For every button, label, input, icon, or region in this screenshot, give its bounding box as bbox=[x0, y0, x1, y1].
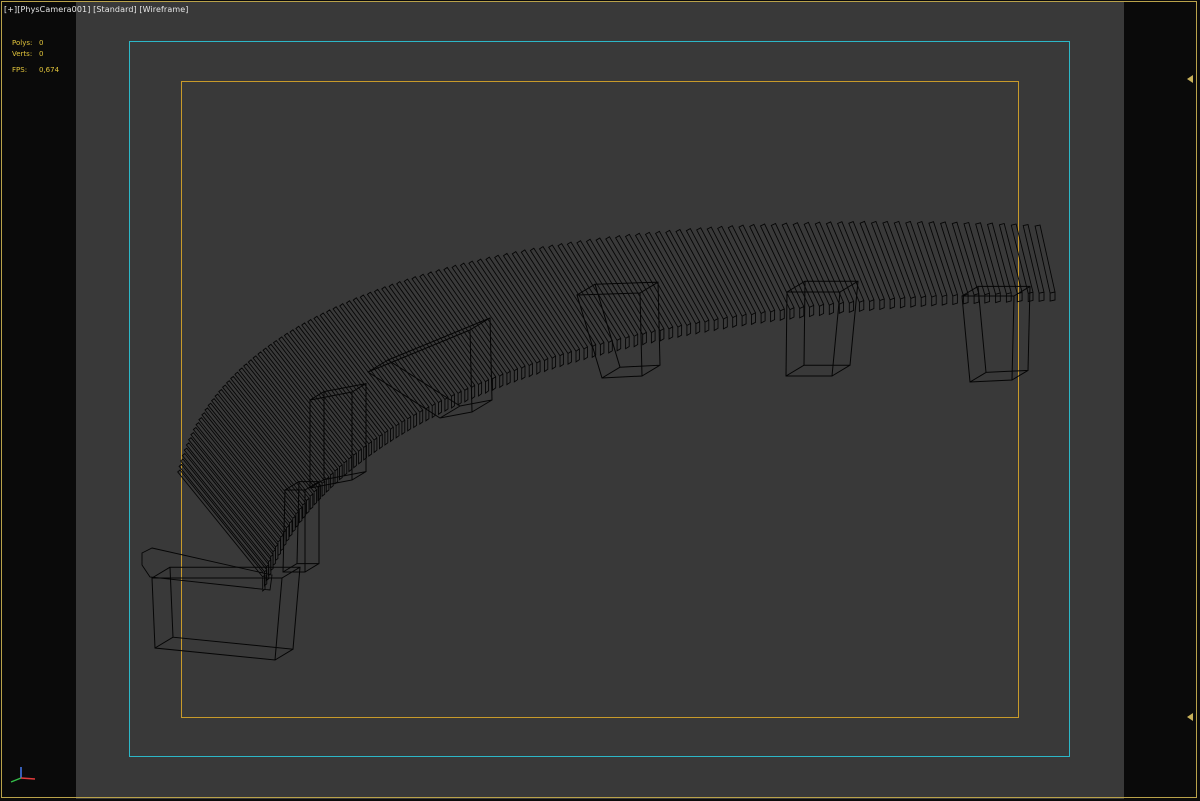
polys-label: Polys: bbox=[12, 39, 33, 47]
fps-label: FPS: bbox=[12, 66, 28, 74]
viewport-general-menu[interactable]: [+] bbox=[4, 5, 17, 14]
viewport-label-menu[interactable]: [+][PhysCamera001] [Standard] [Wireframe… bbox=[4, 5, 188, 14]
verts-value: 0 bbox=[39, 49, 44, 58]
viewport-shading-style-menu[interactable]: [Standard] bbox=[93, 5, 137, 14]
statistics-overlay: Polys: 0 Verts: 0 FPS: 0,674 bbox=[12, 38, 59, 76]
bench-wireframe bbox=[141, 220, 1056, 661]
bench-seat-slats bbox=[141, 220, 1056, 592]
triangle-marker-icon bbox=[1187, 713, 1193, 721]
viewport-camera-menu[interactable]: [PhysCamera001] bbox=[17, 5, 90, 14]
viewport[interactable]: [+][PhysCamera001] [Standard] [Wireframe… bbox=[0, 0, 1200, 801]
viewport-display-mode-menu[interactable]: [Wireframe] bbox=[139, 5, 188, 14]
polys-value: 0 bbox=[39, 39, 44, 47]
bench-leg bbox=[785, 280, 859, 377]
axis-tripod-icon bbox=[10, 767, 36, 783]
fps-value: 0,674 bbox=[39, 66, 60, 74]
verts-label: Verts: bbox=[12, 49, 33, 58]
triangle-marker-icon bbox=[1187, 75, 1193, 83]
bench-leg bbox=[151, 566, 301, 661]
